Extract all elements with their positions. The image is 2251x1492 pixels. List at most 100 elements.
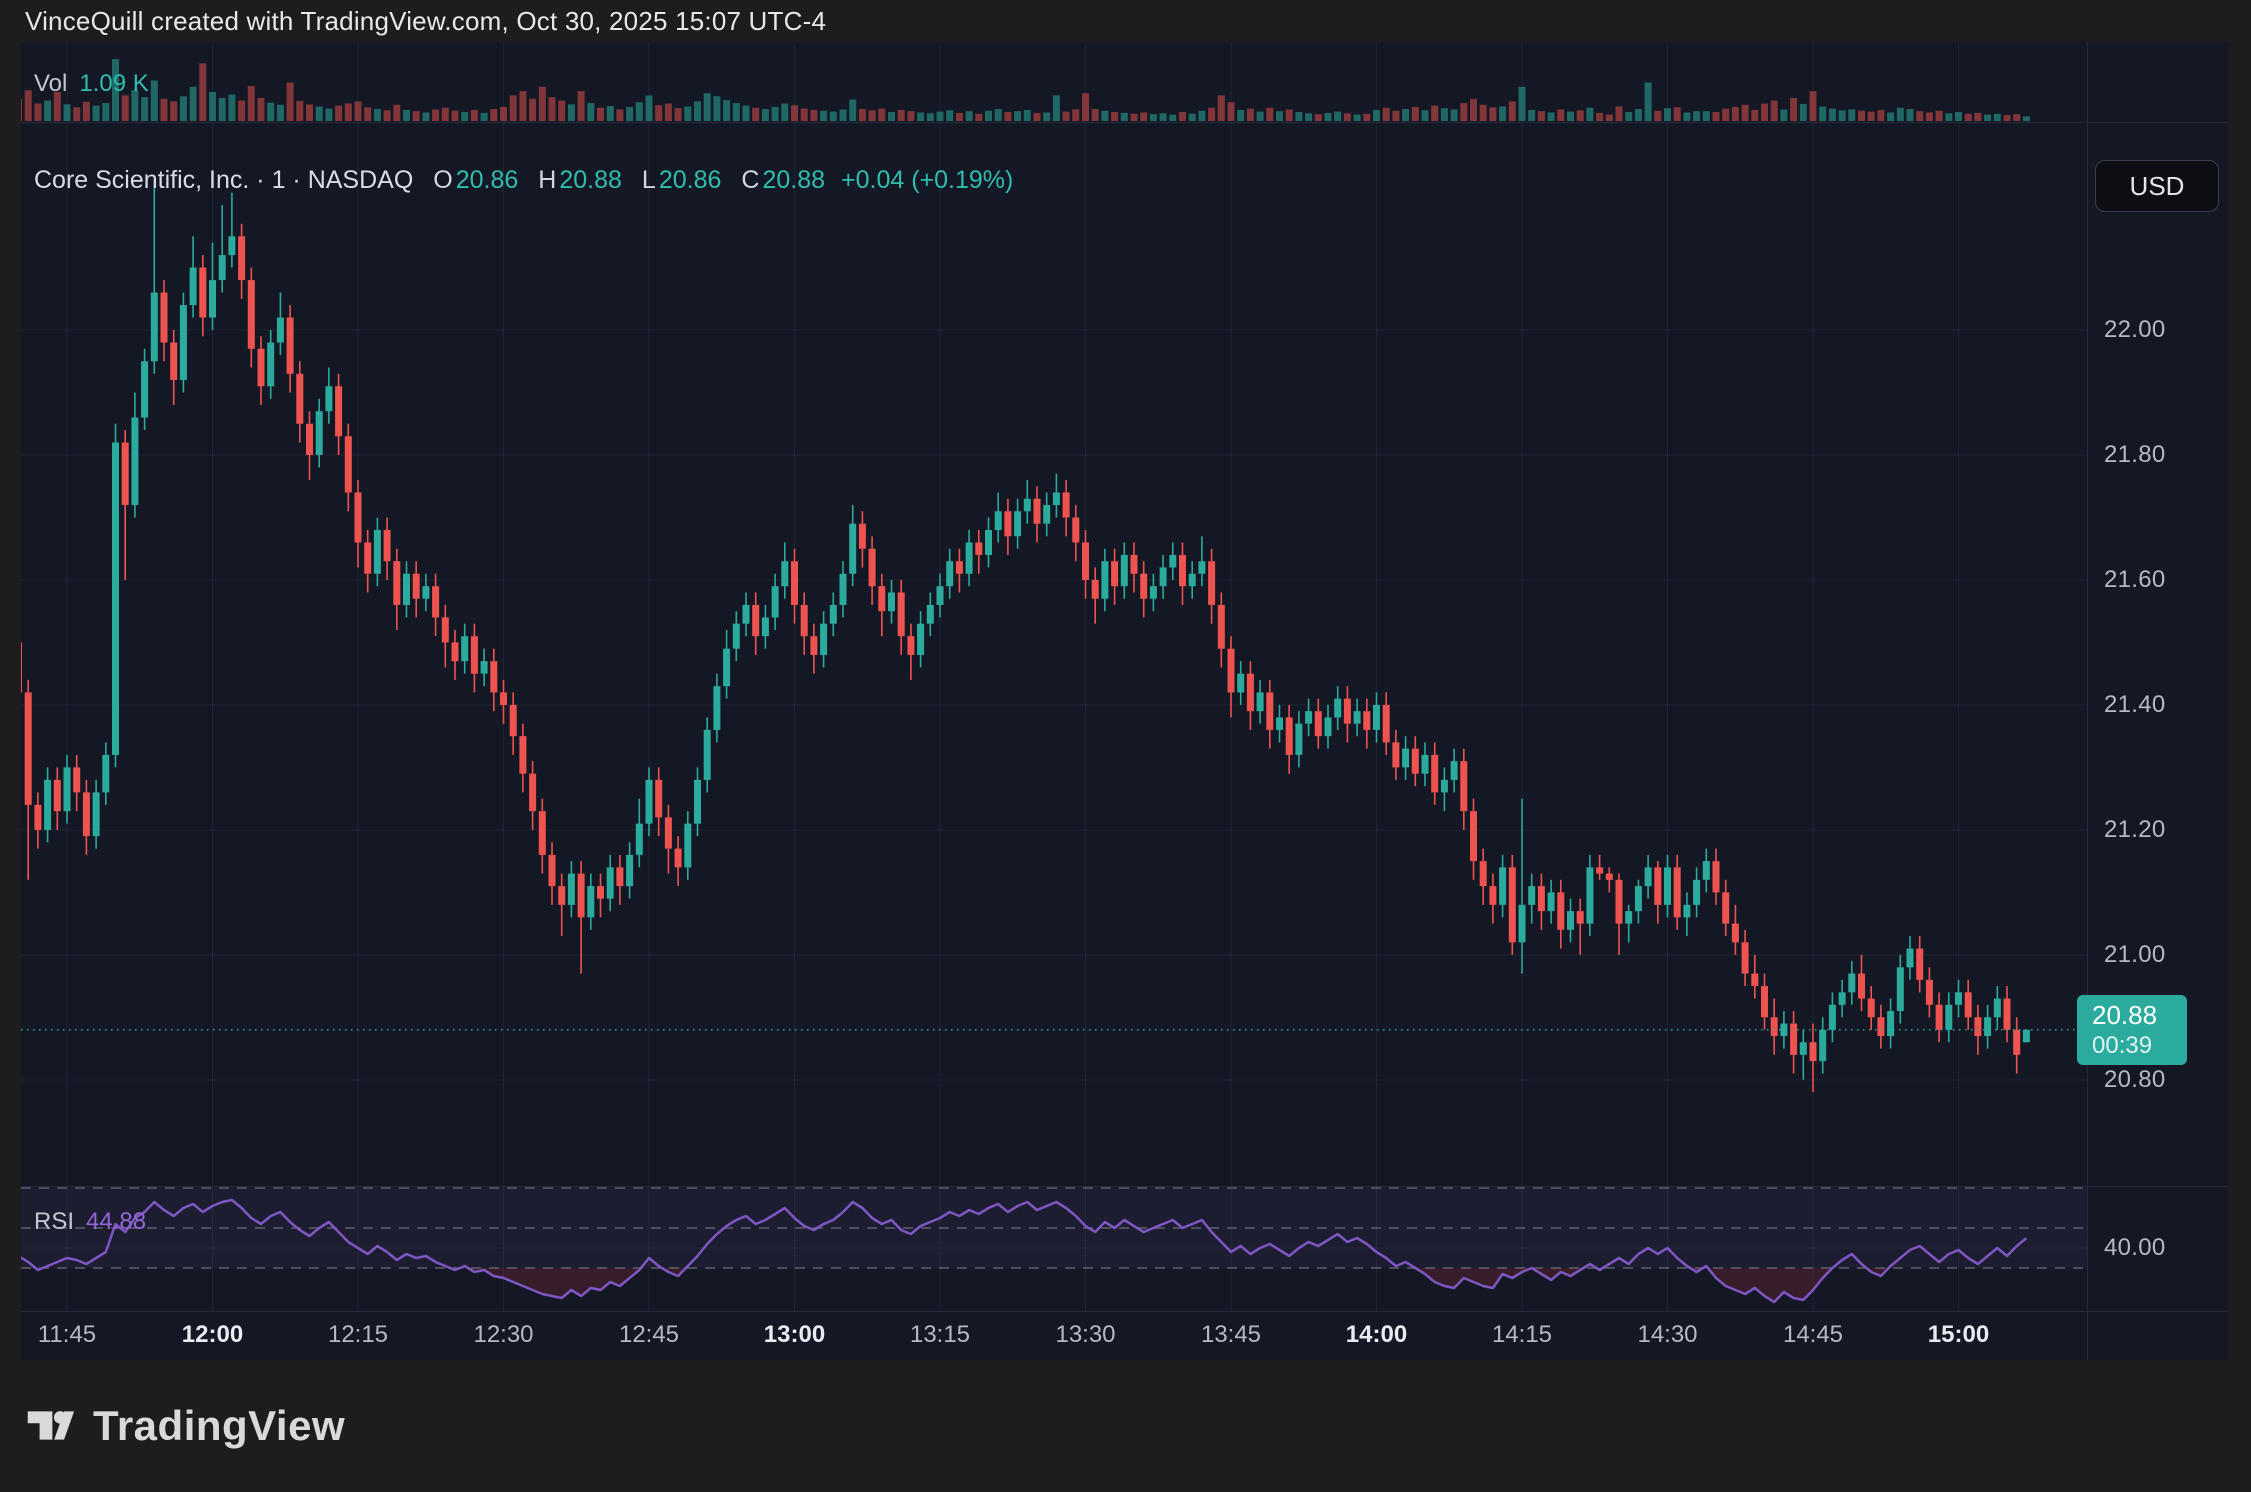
candle-body [209, 280, 216, 317]
volume-legend[interactable]: Vol 1.09 K [34, 70, 149, 98]
candle-body [519, 736, 526, 773]
volume-bar [384, 110, 391, 121]
candle-body [1984, 1017, 1991, 1036]
volume-bar [1131, 114, 1138, 121]
symbol-header[interactable]: Core Scientific, Inc. · 1 · NASDAQ O20.8… [34, 166, 1013, 195]
candle-body [1072, 517, 1079, 542]
candle-body [801, 605, 808, 636]
volume-bar [1014, 111, 1021, 121]
volume-bar [975, 114, 982, 121]
volume-bar [1567, 112, 1574, 121]
candle-body [180, 305, 187, 380]
candle-body [917, 624, 924, 655]
candle-body [898, 592, 905, 636]
candle-body [636, 824, 643, 855]
chart-area[interactable]: Vol 1.09 K Core Scientific, Inc. · 1 · N… [21, 42, 2228, 1360]
time-axis-label: 13:15 [885, 1321, 995, 1349]
last-price-badge[interactable]: 20.88 00:39 [2077, 995, 2187, 1065]
candle-body [219, 255, 226, 280]
candle-body [306, 424, 313, 455]
candle-body [1189, 574, 1196, 586]
candle-body [1810, 1042, 1817, 1061]
volume-bar [1480, 105, 1487, 121]
volume-bar [539, 87, 546, 121]
volume-bar [209, 92, 216, 121]
tradingview-logo[interactable]: TradingView [25, 1402, 345, 1450]
candle-body [1082, 542, 1089, 579]
volume-bar [1373, 110, 1380, 121]
candle-body [1392, 742, 1399, 767]
candle-body [1228, 649, 1235, 693]
time-axis-label: 13:00 [740, 1321, 850, 1349]
volume-bar [985, 111, 992, 121]
volume-bar [325, 109, 332, 121]
candle-body [413, 574, 420, 599]
candle-body [907, 636, 914, 655]
volume-bar [694, 101, 701, 121]
volume-bar [888, 112, 895, 121]
volume-bar [422, 112, 429, 121]
volume-bar [490, 109, 497, 121]
candle-body [1703, 861, 1710, 880]
candle-body [840, 574, 847, 605]
time-axis-label: 14:45 [1758, 1321, 1868, 1349]
volume-bar [1907, 109, 1914, 121]
volume-bar [413, 111, 420, 121]
volume-bar [966, 111, 973, 121]
volume-bar [1606, 115, 1613, 121]
volume-bar [752, 108, 759, 121]
change-value: +0.04 (+0.19%) [841, 166, 1013, 195]
candle-body [1635, 886, 1642, 911]
volume-bar [1713, 112, 1720, 121]
candle-body [762, 617, 769, 636]
volume-bar [1965, 114, 1972, 121]
high-label: H [538, 166, 556, 194]
volume-bar [1295, 112, 1302, 121]
rsi-value: 44.88 [86, 1208, 146, 1236]
candle-body [1295, 724, 1302, 755]
attribution-bar: VinceQuill created with TradingView.com,… [0, 0, 2251, 42]
volume-bar [238, 101, 245, 121]
candle-body [1916, 949, 1923, 980]
rsi-legend[interactable]: RSI 44.88 [34, 1208, 146, 1236]
volume-bar [258, 98, 265, 121]
candle-body [1548, 892, 1555, 911]
candle-body [1121, 555, 1128, 586]
candle-body [1237, 674, 1244, 693]
chart-canvas[interactable] [21, 42, 2228, 1360]
volume-bar [277, 105, 284, 121]
volume-bar [1654, 111, 1661, 121]
candle-body [1528, 886, 1535, 905]
candle-body [1751, 974, 1758, 986]
volume-bar [1974, 113, 1981, 121]
price-axis-label: 22.00 [2104, 316, 2166, 344]
candle-body [1664, 867, 1671, 904]
candle-body [888, 592, 895, 611]
candle-body [1616, 880, 1623, 924]
candle-body [287, 318, 294, 374]
candle-body [1276, 717, 1283, 729]
candle-body [93, 792, 100, 836]
candle-body [1800, 1042, 1807, 1054]
candle-body [1063, 492, 1070, 517]
candle-body [597, 886, 604, 898]
volume-bar [1004, 112, 1011, 121]
candle-body [238, 236, 245, 280]
candle-body [1422, 755, 1429, 774]
time-axis-label: 14:15 [1467, 1321, 1577, 1349]
volume-bar [481, 113, 488, 121]
volume-bar [432, 109, 439, 121]
candle-body [1839, 992, 1846, 1004]
volume-bars [21, 59, 2030, 121]
candle-body [345, 436, 352, 492]
candle-body [1247, 674, 1254, 711]
volume-bar [946, 110, 953, 121]
price-axis[interactable]: USD 20.88 00:39 22.0021.8021.6021.4021.2… [2087, 42, 2228, 1360]
volume-bar [287, 83, 294, 121]
currency-button[interactable]: USD [2095, 160, 2219, 212]
open-label: O [433, 166, 452, 194]
candle-body [248, 280, 255, 349]
time-axis[interactable]: 11:4512:0012:1512:3012:4513:0013:1513:30… [21, 1311, 2087, 1360]
volume-bar [64, 104, 71, 121]
candle-body [1383, 705, 1390, 742]
